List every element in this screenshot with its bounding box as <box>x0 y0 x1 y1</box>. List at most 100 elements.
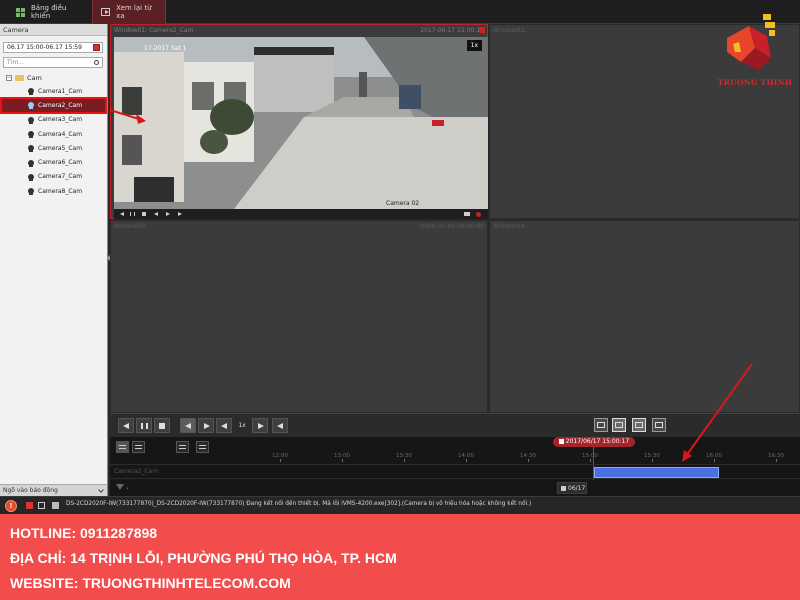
calendar-icon <box>558 438 564 444</box>
pause-icon[interactable] <box>130 212 135 216</box>
sync-button[interactable] <box>632 418 646 432</box>
tree-item-camera8[interactable]: Camera8_Cam <box>0 184 107 198</box>
record-icon[interactable] <box>476 212 481 217</box>
tab-remote-playback[interactable]: Xem lại từ xa <box>92 0 166 24</box>
tree-item-label: Camera6_Cam <box>38 159 83 167</box>
timeline-tick <box>528 459 529 462</box>
pause-icon <box>141 423 148 429</box>
alarm-icon[interactable] <box>26 502 33 509</box>
speed-up-button[interactable] <box>252 418 268 433</box>
timeline-date-button[interactable]: 06/17 <box>557 482 587 494</box>
video-overlay-camera-name: Camera 02 <box>386 200 420 207</box>
tree-item-camera4[interactable]: Camera4_Cam <box>0 127 107 141</box>
tree-item-camera3[interactable]: Camera3_Cam <box>0 113 107 127</box>
timeline-track-label: Camera2_Cam <box>114 468 159 475</box>
camera-icon <box>28 173 34 181</box>
collapse-icon[interactable]: − <box>6 75 12 81</box>
app-window: Bảng điều khiển Xem lại từ xa Camera 06.… <box>0 0 800 600</box>
timeline-grid-button[interactable] <box>132 441 145 453</box>
camera-tree: − Cam Camera1_Cam Camera2_Cam Camera3_Ca… <box>0 72 107 198</box>
close-window-icon[interactable] <box>479 27 485 33</box>
playback-speed-badge: 1x <box>466 40 482 51</box>
reverse-icon <box>123 422 129 429</box>
playback-toolbar: 1x <box>110 413 800 437</box>
slow-down-button[interactable] <box>216 418 232 433</box>
window-label: Window04: <box>493 223 527 230</box>
list-icon <box>119 445 126 449</box>
frame-forward-button[interactable] <box>198 418 214 433</box>
layout-button[interactable] <box>612 418 626 432</box>
tree-item-camera2[interactable]: Camera2_Cam <box>0 97 107 114</box>
settings-icon[interactable] <box>464 212 470 216</box>
timeline-panel[interactable]: 2017/06/17 15:00:17 12:00 13:00 13:30 14:00… <box>110 437 800 496</box>
frame-forward-icon[interactable] <box>178 211 182 216</box>
clip-button[interactable] <box>594 418 608 432</box>
fast-icon[interactable] <box>166 211 170 216</box>
date-range-value: 06.17 15:00-06.17 15:59 <box>7 44 82 51</box>
pause-button[interactable] <box>136 418 152 433</box>
grid-icon <box>135 445 142 449</box>
reverse-play-button[interactable] <box>118 418 134 433</box>
tree-item-camera1[interactable]: Camera1_Cam <box>0 84 107 98</box>
timeline-cursor-label: 2017/06/17 15:00:17 <box>553 437 635 447</box>
tree-item-camera6[interactable]: Camera6_Cam <box>0 155 107 169</box>
hotline-text: HOTLINE: 0911287898 <box>10 525 158 541</box>
window-label: Window03: <box>114 223 148 230</box>
tree-item-camera7[interactable]: Camera7_Cam <box>0 170 107 184</box>
search-icon[interactable] <box>94 60 99 65</box>
fullscreen-button[interactable] <box>652 418 666 432</box>
timeline-date-label: 06/17 <box>568 485 586 492</box>
rewind-icon <box>221 422 227 429</box>
logo-text: TRUONG THINH <box>717 78 793 87</box>
timeline-cursor-time: 2017/06/17 15:00:17 <box>565 438 630 445</box>
search-placeholder: Tìm... <box>7 59 24 66</box>
camera-icon <box>28 116 34 124</box>
alarm-input-panel[interactable]: Ngõ vào báo động <box>0 484 107 496</box>
stop-icon <box>159 423 165 429</box>
camera-icon <box>28 188 34 196</box>
window-timestamp: 2017-06-17 15:00:17 <box>420 27 484 34</box>
timeline-tick <box>590 459 591 462</box>
volume-button[interactable] <box>272 418 288 433</box>
tab-control-panel[interactable]: Bảng điều khiển <box>8 0 92 24</box>
chevron-down-icon[interactable] <box>98 487 104 493</box>
timeline-list-button[interactable] <box>116 441 129 453</box>
tree-item-label: Camera4_Cam <box>38 130 83 138</box>
calendar-icon[interactable] <box>93 44 100 51</box>
tree-root-cam[interactable]: − Cam <box>0 72 107 84</box>
playback-window-1[interactable]: Window01: Camera2_Cam 2017-06-17 15:00:1… <box>110 24 488 219</box>
logo-mark <box>727 14 775 70</box>
calendar-icon <box>561 485 566 491</box>
reverse-play-icon[interactable] <box>120 211 124 216</box>
filter-icon[interactable] <box>116 484 124 490</box>
status-message: DS-2CD2020F-IW(733177870)_DS-2CD2020F-IW… <box>66 501 532 507</box>
stop-button[interactable] <box>154 418 170 433</box>
download-button[interactable] <box>176 441 189 453</box>
tree-item-label: Camera1_Cam <box>38 87 83 95</box>
speaker-icon <box>277 422 283 429</box>
date-range-field[interactable]: 06.17 15:00-06.17 15:59 <box>3 42 103 53</box>
tag-button[interactable] <box>196 441 209 453</box>
slow-icon[interactable] <box>154 211 158 216</box>
timeline-tick <box>342 459 343 462</box>
window-label: Window01: Camera2_Cam <box>114 27 194 34</box>
recording-segment[interactable] <box>594 467 719 478</box>
stop-icon[interactable] <box>142 212 146 216</box>
camera-sidebar: Camera 06.17 15:00-06.17 15:59 Tìm... − … <box>0 24 108 496</box>
playback-window-3[interactable]: Window03: 0000-00-00 00:00:00 <box>110 220 488 413</box>
frame-back-button[interactable] <box>180 418 196 433</box>
camera-search-input[interactable]: Tìm... <box>3 57 103 68</box>
dropdown-icon[interactable] <box>52 502 59 509</box>
tree-item-label: Camera8_Cam <box>38 187 83 195</box>
timeline-tick <box>280 459 281 462</box>
timeline-tick <box>404 459 405 462</box>
top-tab-bar: Bảng điều khiển Xem lại từ xa <box>0 0 800 24</box>
download-icon <box>179 445 186 449</box>
video-overlay-date: 17-2017 Sat 1 <box>144 45 187 52</box>
playback-window-4[interactable]: Window04: <box>489 220 800 413</box>
warning-icon[interactable]: ! <box>5 500 17 512</box>
tree-item-camera5[interactable]: Camera5_Cam <box>0 141 107 155</box>
timeline-track: Camera2_Cam <box>110 464 800 479</box>
playback-icon <box>101 8 111 16</box>
message-icon[interactable] <box>38 502 45 509</box>
